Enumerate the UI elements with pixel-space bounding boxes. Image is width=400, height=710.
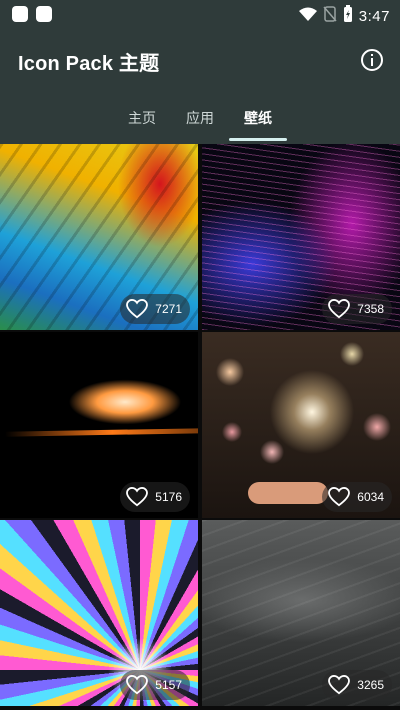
wallpaper-tile[interactable]: 5157 bbox=[0, 520, 198, 706]
page-title: Icon Pack 主题 bbox=[18, 53, 160, 75]
heart-icon bbox=[328, 299, 351, 319]
wifi-icon bbox=[298, 7, 317, 26]
like-count: 7358 bbox=[357, 302, 384, 316]
like-badge[interactable]: 7358 bbox=[322, 294, 392, 324]
tab-home[interactable]: 主页 bbox=[112, 108, 172, 128]
notification-square-icon bbox=[36, 6, 52, 22]
info-icon bbox=[361, 49, 383, 71]
status-bar: 3:47 bbox=[0, 0, 400, 30]
like-badge[interactable]: 7271 bbox=[120, 294, 190, 324]
wallpaper-tile[interactable]: 3265 bbox=[202, 520, 400, 706]
wallpaper-tile[interactable]: 7271 bbox=[0, 144, 198, 330]
like-badge[interactable]: 3265 bbox=[322, 670, 392, 700]
like-badge[interactable]: 5157 bbox=[120, 670, 190, 700]
like-count: 3265 bbox=[357, 678, 384, 692]
heart-icon bbox=[328, 675, 351, 695]
status-left-icons bbox=[12, 6, 52, 22]
status-right-icons: 3:47 bbox=[298, 5, 390, 28]
tab-wallpapers[interactable]: 壁纸 bbox=[228, 108, 288, 128]
info-button[interactable] bbox=[358, 46, 386, 74]
wallpaper-tile[interactable]: 7358 bbox=[202, 144, 400, 330]
tab-indicator bbox=[229, 138, 287, 141]
like-count: 5176 bbox=[155, 490, 182, 504]
like-badge[interactable]: 6034 bbox=[322, 482, 392, 512]
like-badge[interactable]: 5176 bbox=[120, 482, 190, 512]
no-sim-icon bbox=[323, 6, 337, 27]
tab-bar: 主页 应用 壁纸 bbox=[0, 96, 400, 144]
like-count: 6034 bbox=[357, 490, 384, 504]
heart-icon bbox=[126, 675, 149, 695]
battery-charging-icon bbox=[343, 5, 353, 28]
tab-apps[interactable]: 应用 bbox=[170, 108, 230, 128]
like-count: 5157 bbox=[155, 678, 182, 692]
heart-icon bbox=[126, 299, 149, 319]
heart-icon bbox=[126, 487, 149, 507]
wallpaper-tile[interactable]: 6034 bbox=[202, 332, 400, 518]
notification-square-icon bbox=[12, 6, 28, 22]
wallpaper-tile[interactable]: 5176 bbox=[0, 332, 198, 518]
wallpaper-grid: 7271 7358 5176 6034 5157 3265 bbox=[0, 144, 400, 710]
app-bar: Icon Pack 主题 bbox=[0, 30, 400, 96]
heart-icon bbox=[328, 487, 351, 507]
clock: 3:47 bbox=[358, 8, 390, 25]
like-count: 7271 bbox=[155, 302, 182, 316]
